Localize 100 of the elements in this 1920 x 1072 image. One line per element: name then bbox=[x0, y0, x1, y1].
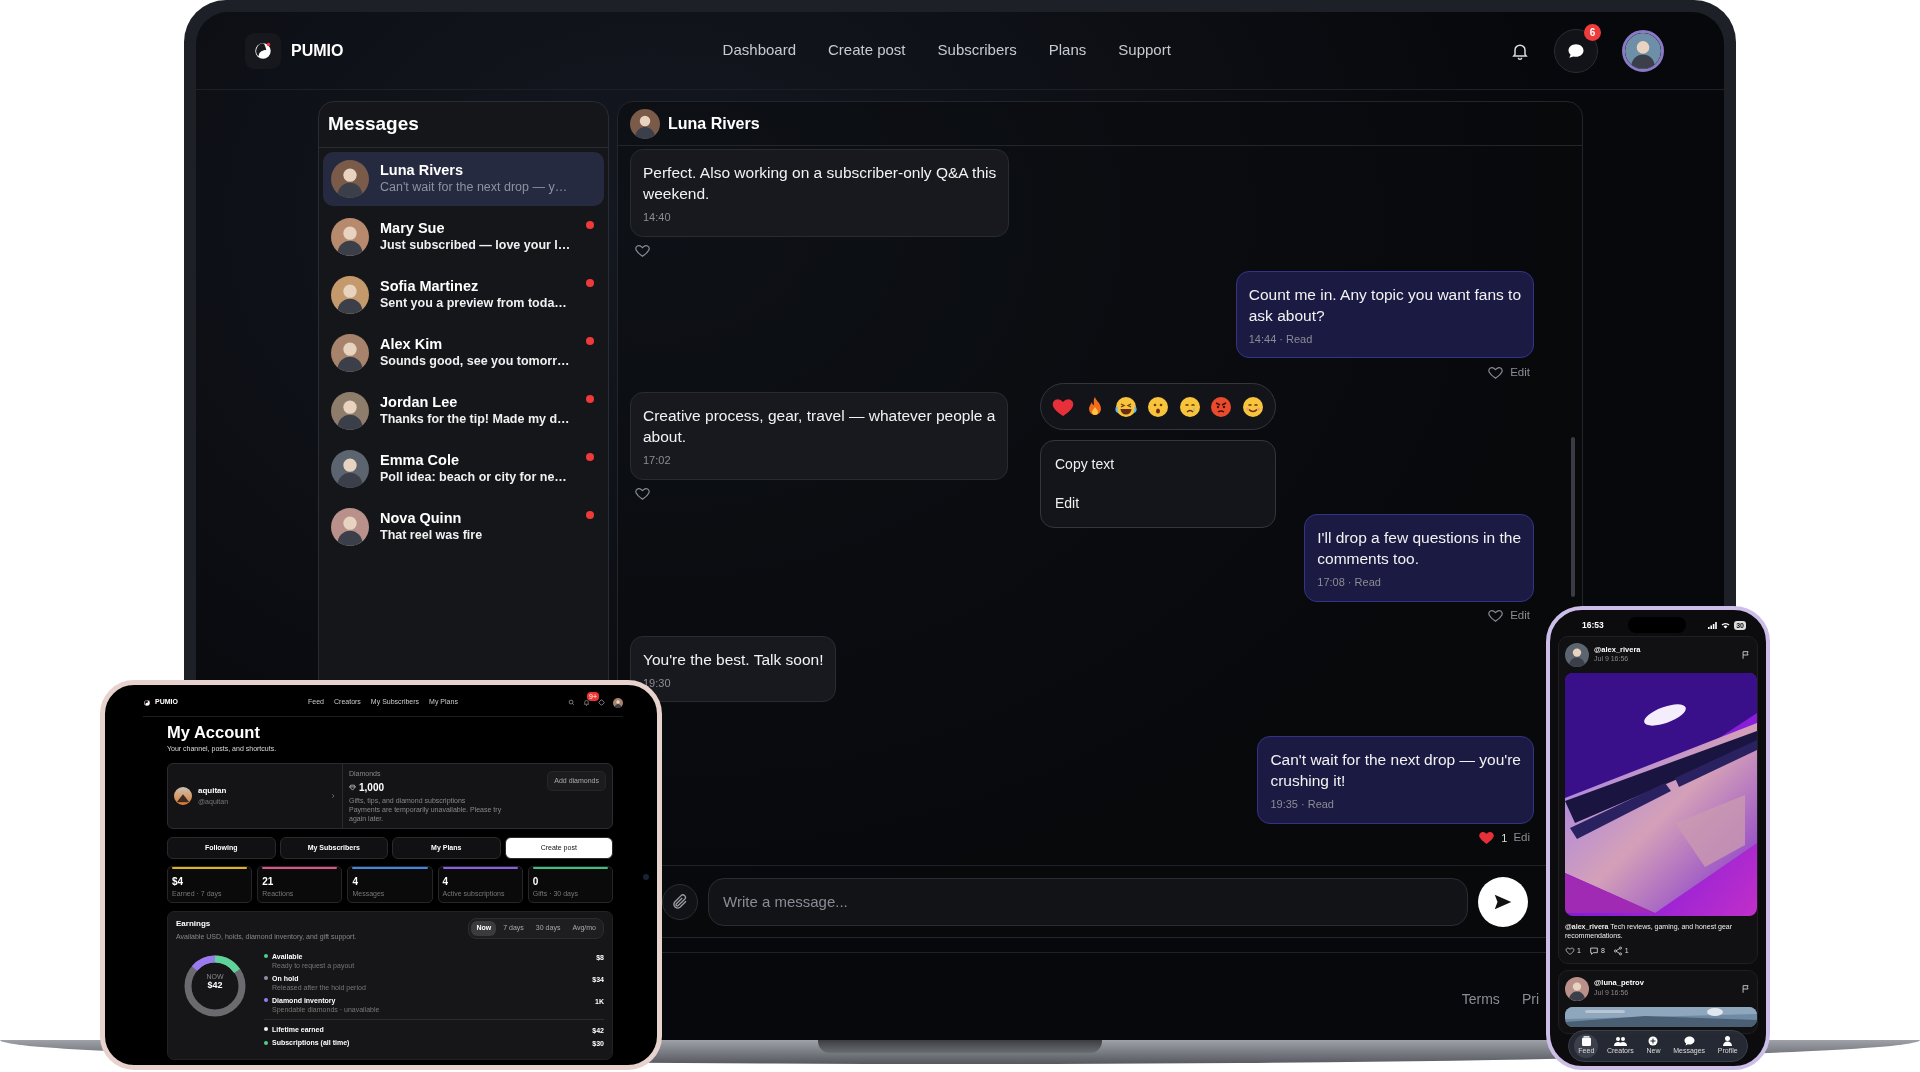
message-time: 14:44 · Read bbox=[1248, 331, 1314, 347]
profile-avatar[interactable] bbox=[613, 697, 623, 708]
message-text: You're the best. Talk soon! bbox=[643, 649, 824, 670]
message-preview: Sounds good, see you tomorr… bbox=[380, 352, 570, 369]
laughing-face-icon[interactable] bbox=[1114, 394, 1139, 419]
attach-button[interactable] bbox=[662, 883, 698, 920]
diamond-icon bbox=[349, 784, 356, 792]
contact-name: Nova Quinn bbox=[380, 510, 463, 527]
nav-link[interactable]: Plans bbox=[1048, 39, 1087, 62]
message-time: 14:40 bbox=[643, 210, 672, 226]
message-text: I'll drop a few questions in the comments too. bbox=[1317, 527, 1521, 570]
message-text: Perfect. Also working on a subscriber-only Q&A this weekend. bbox=[643, 163, 997, 205]
heart-icon[interactable] bbox=[1487, 607, 1505, 625]
chevron-icon[interactable] bbox=[330, 793, 336, 799]
nav-link[interactable]: Dashboard bbox=[722, 39, 796, 62]
flag-icon[interactable] bbox=[1741, 983, 1751, 994]
contact-name: Luna Rivers bbox=[380, 162, 464, 179]
people-icon bbox=[1613, 1035, 1627, 1046]
avatar bbox=[331, 159, 369, 198]
nav-link[interactable]: Support bbox=[1118, 39, 1171, 62]
avatar bbox=[331, 449, 369, 488]
footer-link[interactable]: Pri bbox=[1521, 989, 1539, 1042]
account-name: aquitan bbox=[198, 784, 228, 797]
edit-link[interactable]: Edit bbox=[1510, 363, 1530, 381]
message-text: Can't wait for the next drop — you're crushing it! bbox=[1270, 750, 1521, 792]
feed-icon bbox=[1580, 1035, 1592, 1046]
avatar bbox=[630, 108, 660, 139]
diamond-balance: 1,000 bbox=[359, 781, 385, 796]
angry-face-icon[interactable] bbox=[1209, 394, 1234, 419]
message-preview: Just subscribed — love your l… bbox=[380, 236, 571, 253]
avatar bbox=[331, 217, 369, 256]
heart-icon[interactable] bbox=[634, 485, 651, 503]
plus-icon bbox=[1648, 1035, 1659, 1046]
comment-icon[interactable] bbox=[1588, 946, 1599, 957]
message-time: 19:35 · Read bbox=[1270, 797, 1335, 813]
conversation-item[interactable]: Luna Rivers Can't wait for the next drop — y… bbox=[323, 151, 604, 206]
conversation-item[interactable]: Alex Kim Sounds good, see you tomorr… bbox=[323, 325, 604, 380]
share-icon[interactable] bbox=[1612, 946, 1623, 957]
smiling-face-icon[interactable] bbox=[1241, 394, 1266, 419]
heart-icon[interactable] bbox=[634, 242, 651, 260]
stat-value: 4 bbox=[352, 875, 359, 890]
conversation-item[interactable]: Jordan Lee Thanks for the tip! Made my d… bbox=[323, 383, 604, 438]
edit-link[interactable]: Edi bbox=[1513, 829, 1530, 847]
avatar bbox=[331, 507, 369, 546]
edit-link[interactable]: Edit bbox=[1510, 607, 1530, 625]
nav-link[interactable]: Subscribers bbox=[937, 39, 1017, 62]
diamond-icon[interactable] bbox=[598, 699, 605, 706]
signal-icon bbox=[1708, 621, 1718, 629]
contact-name: Luna Rivers bbox=[668, 113, 760, 134]
conversation-item[interactable]: Mary Sue Just subscribed — love your l… bbox=[323, 209, 604, 264]
stat-value: 0 bbox=[532, 875, 540, 890]
contact-name: Jordan Lee bbox=[380, 394, 459, 411]
search-icon[interactable] bbox=[568, 699, 575, 706]
brand-name: PUMIO bbox=[291, 40, 344, 61]
heart-icon[interactable] bbox=[1565, 946, 1575, 957]
avatar bbox=[174, 787, 192, 805]
message-preview: Can't wait for the next drop — y… bbox=[380, 178, 568, 195]
crying-face-icon[interactable] bbox=[1177, 394, 1202, 419]
avatar bbox=[1565, 976, 1589, 1001]
section-title: Earnings bbox=[176, 918, 212, 931]
stat-value: $4 bbox=[172, 875, 185, 890]
profile-avatar[interactable] bbox=[1622, 29, 1664, 72]
message-input[interactable]: Write a message... bbox=[708, 877, 1468, 926]
conversation-item[interactable]: Nova Quinn That reel was fire bbox=[323, 499, 604, 554]
logo-icon bbox=[143, 698, 151, 707]
contact-name: Alex Kim bbox=[380, 336, 444, 353]
menu-item[interactable]: Copy text bbox=[1041, 445, 1275, 484]
message-time: 17:08 · Read bbox=[1317, 575, 1382, 591]
scrollbar[interactable] bbox=[1571, 437, 1575, 597]
camera-dot bbox=[643, 874, 649, 880]
conversation-item[interactable]: Sofia Martinez Sent you a preview from toda… bbox=[323, 267, 604, 322]
conversation-item[interactable]: Emma Cole Poll idea: beach or city for ne… bbox=[323, 441, 604, 496]
avatar bbox=[331, 391, 369, 430]
message-text: Creative process, gear, travel — whatever people a about. bbox=[643, 406, 996, 448]
flag-icon[interactable] bbox=[1741, 650, 1751, 660]
footer-link[interactable]: Terms bbox=[1461, 989, 1500, 1042]
avatar bbox=[331, 275, 369, 314]
surprised-face-icon[interactable] bbox=[1145, 394, 1170, 419]
donut-total: $42 bbox=[206, 979, 224, 992]
status-time: 16:53 bbox=[1582, 618, 1604, 632]
like-count: 1 bbox=[1501, 830, 1508, 846]
page-title: My Account bbox=[167, 723, 261, 742]
message-preview: Poll idea: beach or city for ne… bbox=[380, 468, 567, 485]
stat-value: 4 bbox=[442, 875, 450, 890]
stat-value: 21 bbox=[262, 875, 275, 890]
avatar bbox=[331, 333, 369, 372]
message-text: Count me in. Any topic you want fans to ask about? bbox=[1248, 284, 1521, 326]
count-badge: 6 bbox=[1584, 23, 1601, 41]
wifi-icon bbox=[1721, 621, 1731, 629]
message-time: 17:02 bbox=[643, 453, 672, 469]
heart-icon[interactable] bbox=[1478, 829, 1496, 847]
person-icon bbox=[1723, 1035, 1733, 1046]
menu-item[interactable]: Edit bbox=[1041, 484, 1275, 523]
message-preview: Thanks for the tip! Made my d… bbox=[380, 410, 570, 427]
avatar bbox=[1565, 643, 1589, 667]
panel-title: Messages bbox=[319, 102, 608, 148]
contact-name: Mary Sue bbox=[380, 220, 446, 237]
contact-name: Emma Cole bbox=[380, 452, 460, 469]
send-button[interactable] bbox=[1478, 876, 1528, 927]
nav-link[interactable]: Create post bbox=[828, 39, 906, 62]
